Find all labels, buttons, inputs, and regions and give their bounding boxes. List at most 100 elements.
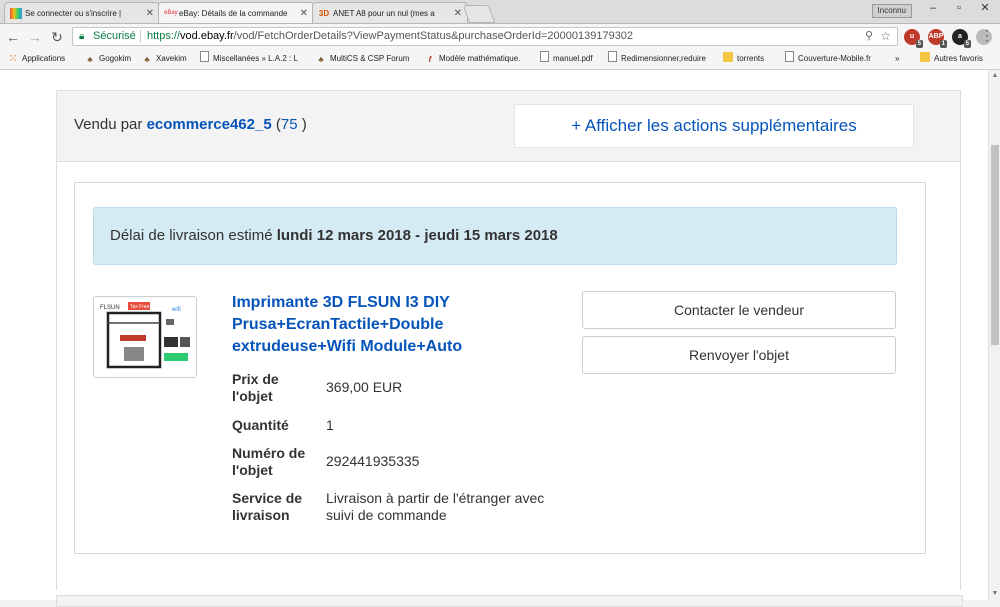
spec-value: 1 [326, 417, 334, 433]
bookmark-item[interactable]: Couverture-Mobile.fr [785, 49, 871, 69]
spec-value: Livraison à partir de l'étranger avec su… [326, 490, 545, 523]
bookmark-item[interactable]: Autres favoris [920, 49, 983, 69]
bookmark-item[interactable]: torrents [723, 49, 764, 69]
tab-label: eBay: Détails de la commande [179, 9, 288, 18]
bookmark-item[interactable]: manuel.pdf [540, 49, 593, 69]
product-title-link[interactable]: Imprimante 3D FLSUN I3 DIY Prusa+EcranTa… [232, 292, 532, 358]
order-inner: Délai de livraison estimé lundi 12 mars … [57, 161, 960, 590]
return-item-button[interactable]: Renvoyer l'objet [582, 336, 896, 374]
address-separator [140, 30, 141, 43]
seller-prefix: Vendu par [74, 116, 143, 133]
spec-label: Prix de l'objet [232, 371, 279, 404]
extension-icon[interactable]: a5 [952, 29, 971, 48]
delivery-estimate-banner: Délai de livraison estimé lundi 12 mars … [93, 207, 897, 265]
product-title-line: Prusa+EcranTactile+Double [232, 316, 444, 333]
bookmark-item[interactable]: ♣ Gogokim [85, 49, 131, 69]
product-title-line: extrudeuse+Wifi Module+Auto [232, 338, 463, 355]
spec-label: Service de livraison [232, 490, 303, 523]
user-badge[interactable]: Inconnu [871, 4, 912, 18]
browser-toolbar: ← → ↻ 🔒︎ Sécurisé https://vod.ebay.fr/vo… [0, 24, 1000, 49]
close-tab-icon[interactable]: ✕ [146, 3, 154, 23]
thumb-wifi-text: wifi [171, 307, 181, 313]
seller-info: Vendu par ecommerce462_5 (75 ) [74, 116, 307, 133]
bookmark-label: Redimensionner,reduire [621, 54, 706, 63]
seller-name-link[interactable]: ecommerce462_5 [147, 116, 272, 133]
bookmark-item[interactable]: f Modèle mathématique. [425, 49, 521, 69]
scroll-up-icon[interactable]: ▲ [989, 70, 1000, 82]
thumb-brand-text: FLSUN [100, 305, 120, 311]
url-host: vod.ebay.fr [180, 30, 234, 42]
back-arrow-icon[interactable]: ← [4, 28, 22, 46]
page-scrollbar[interactable]: ▲ ▼ [988, 70, 1000, 600]
doc-icon [785, 51, 794, 62]
bookmark-item[interactable]: ⁙ Applications [8, 49, 65, 69]
bookmark-label: Miscellanées » L.A.2 : L [213, 54, 298, 63]
bookmark-item[interactable]: ♣ MultiCS & CSP Forum [316, 49, 409, 69]
scrollbar-thumb[interactable] [991, 145, 999, 345]
forward-arrow-icon[interactable]: → [26, 28, 44, 46]
bookmark-label: manuel.pdf [553, 54, 593, 63]
extension-label: ABP [928, 33, 944, 40]
extension-count-badge: 1 [939, 40, 947, 48]
doc-icon [608, 51, 617, 62]
bookmark-label: torrents [737, 54, 765, 63]
bookmark-item[interactable]: ♣ Xavekim [142, 49, 186, 69]
tab-strip: Se connecter ou s'inscrire | ✕ eBay eBay… [0, 0, 1000, 24]
contact-seller-button[interactable]: Contacter le vendeur [582, 291, 896, 329]
bookmark-label: » [895, 54, 900, 63]
maximize-icon[interactable]: ▫ [946, 0, 972, 17]
address-bar[interactable]: 🔒︎ Sécurisé https://vod.ebay.fr/vod/Fetc… [72, 27, 898, 46]
extension-icon[interactable]: u5 [904, 29, 923, 48]
printer-image-icon: FLSUN Tax Free wifi [94, 297, 196, 377]
seller-score-link[interactable]: 75 [281, 116, 298, 133]
bookmark-item[interactable]: » [895, 49, 899, 69]
bookmark-label: Gogokim [99, 54, 132, 63]
bookmark-label: Applications [22, 54, 66, 63]
extension-icon[interactable]: ABP 1 [928, 29, 947, 48]
url-text: https://vod.ebay.fr/vod/FetchOrderDetail… [147, 28, 633, 45]
tab-label: ANET A8 pour un nul (mes a [333, 9, 435, 18]
extension-label: a [958, 33, 962, 40]
more-actions-button[interactable]: + Afficher les actions supplémentaires [514, 104, 914, 148]
order-item-box: Délai de livraison estimé lundi 12 mars … [74, 182, 926, 554]
doc-icon [200, 51, 209, 62]
zoom-icon[interactable]: ⚲ [865, 28, 873, 45]
3d-favicon-icon: 3D [318, 9, 330, 18]
bookmark-label: Autres favoris [934, 54, 983, 63]
product-title-line: Imprimante 3D FLSUN I3 DIY [232, 294, 450, 311]
f-icon: f [428, 55, 432, 64]
url-scheme: https:// [147, 30, 181, 42]
spec-value: 292441935335 [326, 453, 420, 469]
minimize-icon[interactable]: – [920, 0, 946, 17]
scroll-down-icon[interactable]: ▼ [989, 588, 1000, 600]
spec-label: Numéro de l'objet [232, 445, 306, 478]
tab-ebay-order[interactable]: eBay eBay: Détails de la commande ✕ [158, 2, 314, 23]
close-tab-icon[interactable]: ✕ [300, 3, 308, 23]
bookmark-item[interactable]: Miscellanées » L.A.2 : L [200, 49, 298, 69]
delivery-label: Délai de livraison estimé [110, 227, 273, 244]
bookmark-star-icon[interactable]: ☆ [880, 28, 891, 45]
tab-label: Se connecter ou s'inscrire | [25, 9, 122, 18]
bookmark-label: Modèle mathématique. [439, 54, 521, 63]
tab-anet[interactable]: 3D ANET A8 pour un nul (mes a ✕ [312, 2, 468, 23]
menu-kebab-icon[interactable]: ⋮ [980, 27, 994, 44]
extension-count-badge: 5 [963, 40, 971, 48]
close-tab-icon[interactable]: ✕ [454, 3, 462, 23]
page-content: Vendu par ecommerce462_5 (75 ) + Affiche… [0, 70, 988, 607]
product-thumbnail[interactable]: FLSUN Tax Free wifi [93, 296, 197, 378]
bookmark-label: Couverture-Mobile.fr [798, 54, 871, 63]
tree-icon: ♣ [144, 55, 150, 64]
bookmark-item[interactable]: Redimensionner,reduire [608, 49, 706, 69]
folder-icon [920, 52, 930, 62]
apps-grid-icon: ⁙ [8, 53, 18, 65]
new-tab-button[interactable] [462, 5, 496, 23]
delivery-dates: lundi 12 mars 2018 - jeudi 15 mars 2018 [276, 227, 558, 244]
tab-login[interactable]: Se connecter ou s'inscrire | ✕ [4, 2, 160, 23]
order-card: Vendu par ecommerce462_5 (75 ) + Affiche… [56, 90, 961, 590]
extension-count-badge: 5 [915, 40, 923, 48]
bookmarks-bar: ⁙ Applications ♣ Gogokim ♣ Xavekim Miscellanée… [0, 49, 1000, 70]
close-window-icon[interactable]: ✕ [972, 0, 998, 17]
reload-icon[interactable]: ↻ [48, 28, 66, 46]
doc-icon [540, 51, 549, 62]
bookmark-label: MultiCS & CSP Forum [330, 54, 410, 63]
